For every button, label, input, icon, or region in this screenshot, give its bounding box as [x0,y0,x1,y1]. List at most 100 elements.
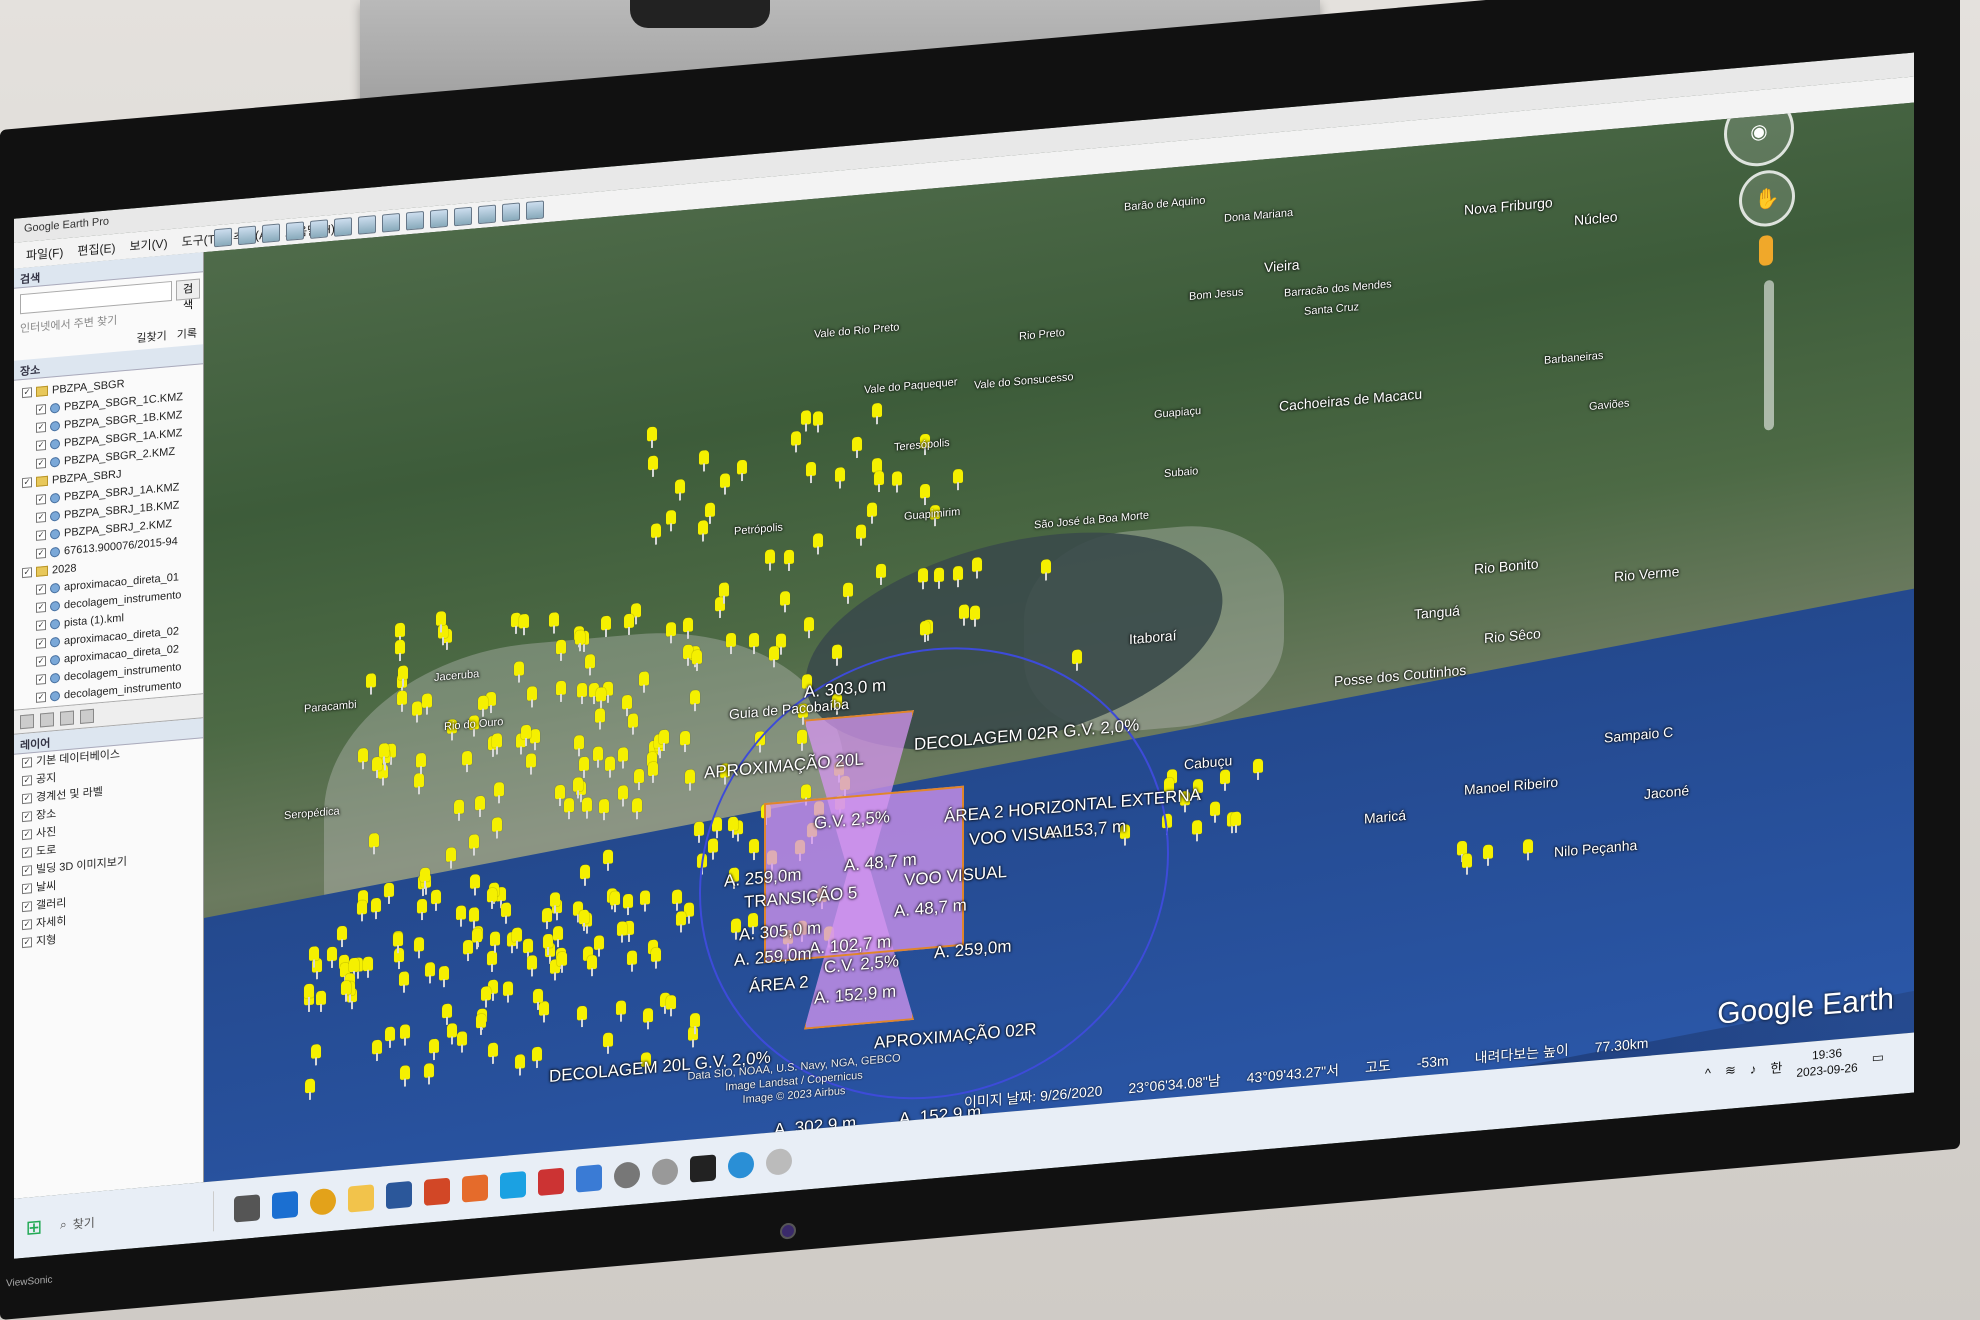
pushpin-icon[interactable] [593,746,604,762]
place-name[interactable]: Barão de Aquino [1124,195,1205,214]
place-name[interactable]: Cachoeiras de Macacu [1279,386,1422,415]
pushpin-icon[interactable] [1220,769,1231,784]
pushpin-icon[interactable] [1072,649,1083,665]
pushpin-icon[interactable] [550,892,561,908]
place-name[interactable]: Paracambi [304,699,357,716]
pushpin-icon[interactable] [454,799,465,815]
pushpin-icon[interactable] [579,864,590,880]
pushpin-icon[interactable] [430,889,441,905]
pushpin-icon[interactable] [392,931,403,947]
pushpin-icon[interactable] [487,950,498,966]
pushpin-icon[interactable] [553,925,564,941]
pushpin-icon[interactable] [492,733,503,748]
ruler-icon[interactable] [430,208,448,229]
pushpin-icon[interactable] [587,954,598,970]
pushpin-icon[interactable] [362,956,373,972]
overlay-icon[interactable] [310,219,328,239]
pushpin-icon[interactable] [445,846,456,862]
place-name[interactable]: Núcleo [1574,208,1618,228]
pushpin-icon[interactable] [627,713,638,729]
pushpin-icon[interactable] [585,654,596,670]
pushpin-icon[interactable] [831,644,842,660]
checkbox[interactable]: ✓ [22,865,32,877]
pushpin-icon[interactable] [685,768,695,784]
pushpin-icon[interactable] [514,661,525,677]
pushpin-icon[interactable] [599,798,610,814]
pushpin-icon[interactable] [582,797,593,813]
pushpin-icon[interactable] [446,1023,457,1039]
wifi-icon[interactable]: ≋ [1725,1062,1736,1079]
pushpin-icon[interactable] [372,1039,383,1055]
pushpin-icon[interactable] [666,995,677,1011]
pushpin-icon[interactable] [411,700,422,716]
pushpin-icon[interactable] [647,426,658,442]
place-name[interactable]: Barbaneiras [1544,350,1603,367]
pushpin-icon[interactable] [527,954,538,970]
pushpin-icon[interactable] [326,946,337,962]
checkbox[interactable]: ✓ [36,601,46,613]
pushpin-icon[interactable] [1230,811,1241,827]
place-name[interactable]: Santa Cruz [1304,301,1359,318]
checkbox[interactable]: ✓ [36,547,46,559]
pushpin-icon[interactable] [475,1013,486,1029]
checkbox[interactable]: ✓ [22,847,32,859]
google-earth-taskbar-icon[interactable] [766,1147,792,1176]
pushpin-icon[interactable] [463,939,474,955]
pushpin-icon[interactable] [511,927,522,943]
email-icon[interactable] [454,206,472,227]
pushpin-icon[interactable] [538,1000,549,1016]
pushpin-icon[interactable] [835,467,846,483]
edge-legacy-icon[interactable] [272,1190,298,1220]
print-icon[interactable] [478,204,496,225]
app-icon[interactable] [500,1170,526,1200]
pushpin-icon[interactable] [526,686,537,702]
menu-item[interactable]: 편집(E) [77,238,115,258]
checkbox[interactable]: ✓ [36,691,46,703]
pushpin-icon[interactable] [952,565,963,581]
task-view-icon[interactable] [234,1194,260,1223]
pushpin-icon[interactable] [634,769,645,784]
pushpin-icon[interactable] [532,1047,543,1062]
pushpin-icon[interactable] [555,639,566,655]
pushpin-icon[interactable] [366,672,377,688]
place-name[interactable]: Tanguá [1414,602,1460,622]
file-explorer-icon[interactable] [348,1184,374,1213]
planet-icon[interactable] [406,210,424,231]
pushpin-icon[interactable] [468,907,479,922]
checkbox[interactable]: ✓ [36,529,46,541]
search-places-icon[interactable] [20,713,34,729]
pushpin-icon[interactable] [555,784,566,800]
checkbox[interactable]: ✓ [22,793,32,805]
pushpin-icon[interactable] [573,777,584,793]
windows-start-icon[interactable]: ⊞ [14,1205,54,1248]
checkbox[interactable]: ✓ [36,673,46,685]
pushpin-icon[interactable] [953,468,964,484]
pushpin-icon[interactable] [379,742,390,758]
place-name[interactable]: Vale do Rio Preto [814,321,899,340]
sidebar-toggle-icon[interactable] [214,227,232,248]
pushpin-icon[interactable] [688,1026,699,1042]
checkbox[interactable]: ✓ [36,583,46,595]
pushpin-icon[interactable] [737,459,748,475]
pushpin-icon[interactable] [370,897,381,913]
pushpin-icon[interactable] [671,888,682,904]
pushpin-icon[interactable] [573,734,584,750]
menu-item[interactable]: 보기(V) [129,234,167,254]
pushpin-icon[interactable] [477,695,488,710]
pushpin-icon[interactable] [920,484,931,499]
pushpin-icon[interactable] [959,603,970,619]
place-name[interactable]: Guapimirim [904,506,960,523]
taskbar-search[interactable]: ⌕ 찾기 [54,1191,214,1246]
new-folder-icon[interactable] [80,708,94,724]
zoom-slider[interactable] [1764,279,1774,431]
polygon-icon[interactable] [262,223,280,244]
place-name[interactable]: Rio Preto [1019,327,1065,343]
pushpin-icon[interactable] [867,502,878,517]
checkbox[interactable]: ✓ [36,511,46,523]
move-up-icon[interactable] [40,711,54,728]
pushpin-icon[interactable] [423,1062,434,1078]
checkbox[interactable]: ✓ [36,493,46,505]
pushpin-icon[interactable] [336,925,347,941]
history-link[interactable]: 기록 [177,325,197,345]
pushpin-icon[interactable] [805,461,816,477]
